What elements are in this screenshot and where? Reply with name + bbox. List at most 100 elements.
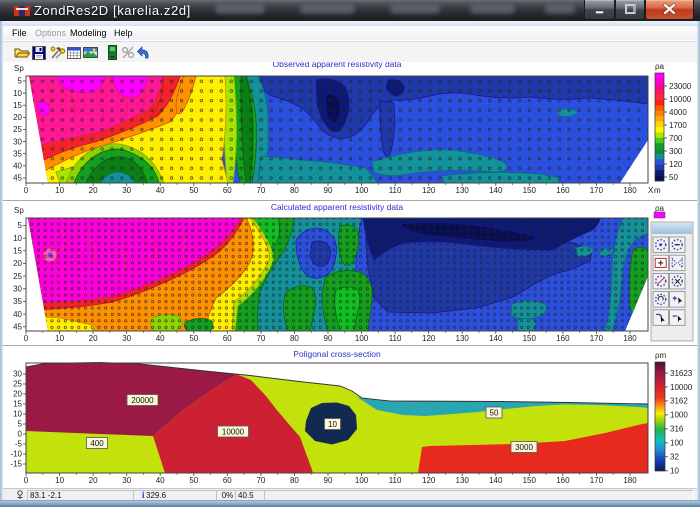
svg-text:120: 120 <box>422 186 436 195</box>
svg-text:Observed apparent resistivity: Observed apparent resistivity data <box>273 62 402 69</box>
svg-text:60: 60 <box>223 334 232 343</box>
svg-text:ρm: ρm <box>655 351 667 360</box>
svg-text:Sp: Sp <box>14 64 24 73</box>
svg-text:60: 60 <box>223 476 232 485</box>
svg-text:700: 700 <box>669 134 683 143</box>
svg-text:25: 25 <box>13 125 22 134</box>
svg-text:140: 140 <box>489 476 503 485</box>
svg-text:15: 15 <box>13 247 22 256</box>
svg-text:25: 25 <box>13 380 22 389</box>
svg-text:10: 10 <box>670 467 679 476</box>
svg-text:170: 170 <box>590 476 604 485</box>
svg-text:400: 400 <box>90 439 104 448</box>
svg-text:5: 5 <box>18 420 23 429</box>
svg-text:1700: 1700 <box>669 121 687 130</box>
svg-text:3000: 3000 <box>515 443 533 452</box>
svg-text:160: 160 <box>556 476 570 485</box>
svg-text:100: 100 <box>355 476 369 485</box>
svg-text:10000: 10000 <box>669 95 692 104</box>
svg-text:32: 32 <box>670 453 679 462</box>
svg-text:90: 90 <box>324 186 333 195</box>
svg-text:10: 10 <box>55 334 64 343</box>
svg-text:80: 80 <box>290 186 299 195</box>
svg-text:180: 180 <box>623 186 637 195</box>
svg-text:50: 50 <box>189 476 198 485</box>
svg-text:50: 50 <box>189 334 198 343</box>
svg-text:40: 40 <box>13 162 22 171</box>
svg-text:20: 20 <box>89 334 98 343</box>
svg-text:300: 300 <box>669 147 683 156</box>
svg-text:45: 45 <box>13 323 22 332</box>
svg-text:20: 20 <box>13 113 22 122</box>
svg-text:10: 10 <box>13 89 22 98</box>
svg-text:110: 110 <box>389 476 402 485</box>
svg-text:ρa: ρa <box>655 204 665 213</box>
svg-text:40: 40 <box>156 476 165 485</box>
svg-text:0: 0 <box>24 476 29 485</box>
svg-text:150: 150 <box>523 476 537 485</box>
svg-text:160: 160 <box>556 334 570 343</box>
svg-text:60: 60 <box>223 186 232 195</box>
svg-text:30: 30 <box>13 285 22 294</box>
svg-text:0: 0 <box>18 430 23 439</box>
svg-text:170: 170 <box>590 186 604 195</box>
svg-text:20: 20 <box>89 186 98 195</box>
svg-text:23000: 23000 <box>669 82 692 91</box>
svg-text:10: 10 <box>55 186 64 195</box>
svg-text:40: 40 <box>156 186 165 195</box>
svg-text:90: 90 <box>324 334 333 343</box>
svg-text:140: 140 <box>489 334 503 343</box>
svg-text:30: 30 <box>13 137 22 146</box>
svg-text:30: 30 <box>122 334 131 343</box>
svg-text:100: 100 <box>670 439 684 448</box>
svg-text:Sp: Sp <box>14 206 24 215</box>
svg-text:1000: 1000 <box>670 411 688 420</box>
svg-text:140: 140 <box>489 186 503 195</box>
svg-text:10000: 10000 <box>670 383 693 392</box>
svg-text:80: 80 <box>290 334 299 343</box>
svg-text:10: 10 <box>13 234 22 243</box>
svg-text:10: 10 <box>13 410 22 419</box>
svg-text:20: 20 <box>13 259 22 268</box>
svg-text:110: 110 <box>389 186 402 195</box>
svg-text:100: 100 <box>355 186 369 195</box>
svg-text:0: 0 <box>24 186 29 195</box>
svg-text:130: 130 <box>456 334 470 343</box>
svg-text:70: 70 <box>256 186 265 195</box>
svg-text:180: 180 <box>623 476 637 485</box>
svg-text:-15: -15 <box>10 460 22 469</box>
svg-text:0: 0 <box>24 334 29 343</box>
svg-text:ρa: ρa <box>655 62 665 71</box>
svg-text:35: 35 <box>13 149 22 158</box>
svg-text:20000: 20000 <box>131 396 154 405</box>
svg-text:20: 20 <box>13 390 22 399</box>
svg-text:80: 80 <box>290 476 299 485</box>
svg-text:50: 50 <box>669 173 678 182</box>
svg-text:160: 160 <box>556 186 570 195</box>
svg-text:40: 40 <box>13 310 22 319</box>
svg-text:130: 130 <box>456 186 470 195</box>
svg-text:10000: 10000 <box>222 428 245 437</box>
svg-text:70: 70 <box>256 334 265 343</box>
svg-text:40: 40 <box>156 334 165 343</box>
svg-text:4000: 4000 <box>669 108 687 117</box>
svg-text:31623: 31623 <box>670 369 693 378</box>
svg-text:30: 30 <box>122 476 131 485</box>
svg-text:5: 5 <box>18 221 23 230</box>
svg-text:150: 150 <box>523 334 537 343</box>
svg-text:15: 15 <box>13 101 22 110</box>
svg-text:50: 50 <box>189 186 198 195</box>
svg-text:30: 30 <box>13 370 22 379</box>
svg-text:100: 100 <box>355 334 369 343</box>
svg-text:10: 10 <box>55 476 64 485</box>
svg-text:Calculated apparent resistivit: Calculated apparent resistivity data <box>271 202 404 212</box>
svg-text:316: 316 <box>670 425 684 434</box>
svg-text:3162: 3162 <box>670 397 688 406</box>
svg-text:90: 90 <box>324 476 333 485</box>
svg-text:120: 120 <box>422 476 436 485</box>
svg-text:-5: -5 <box>15 440 23 449</box>
svg-text:130: 130 <box>456 476 470 485</box>
svg-text:50: 50 <box>490 409 499 418</box>
svg-text:180: 180 <box>623 334 637 343</box>
svg-text:30: 30 <box>122 186 131 195</box>
